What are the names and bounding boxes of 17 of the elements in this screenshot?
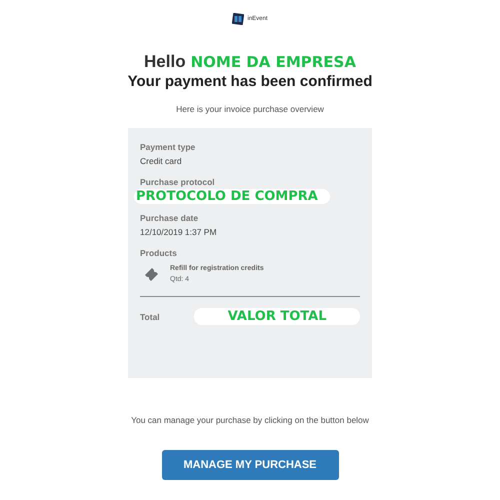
field-label: Purchase protocol [140, 177, 216, 187]
intro-text: Here is your invoice purchase overview [176, 104, 324, 114]
field-label: Payment type [140, 142, 196, 152]
confirmation-heading: Your payment has been confirmed [128, 73, 372, 90]
field-label: Purchase date [140, 213, 200, 223]
field-value: 12/10/2019 1:37 PM [140, 227, 218, 237]
company-name: NOME DA EMPRESA [190, 53, 356, 71]
note-text: You can manage your purchase by clicking on the button below [131, 415, 369, 425]
field-value: Credit card [140, 156, 183, 166]
logo-icon [232, 13, 244, 25]
field-label: Products [140, 248, 178, 258]
ticket-icon [144, 266, 160, 282]
total-value: VALOR TOTAL [194, 308, 360, 325]
greeting-text: Hello [144, 52, 186, 72]
total-label: Total [140, 312, 161, 322]
highlighted-value: PROTOCOLO DE COMPRA [134, 189, 330, 204]
manage-purchase-button[interactable]: MANAGE MY PURCHASE [162, 450, 338, 480]
